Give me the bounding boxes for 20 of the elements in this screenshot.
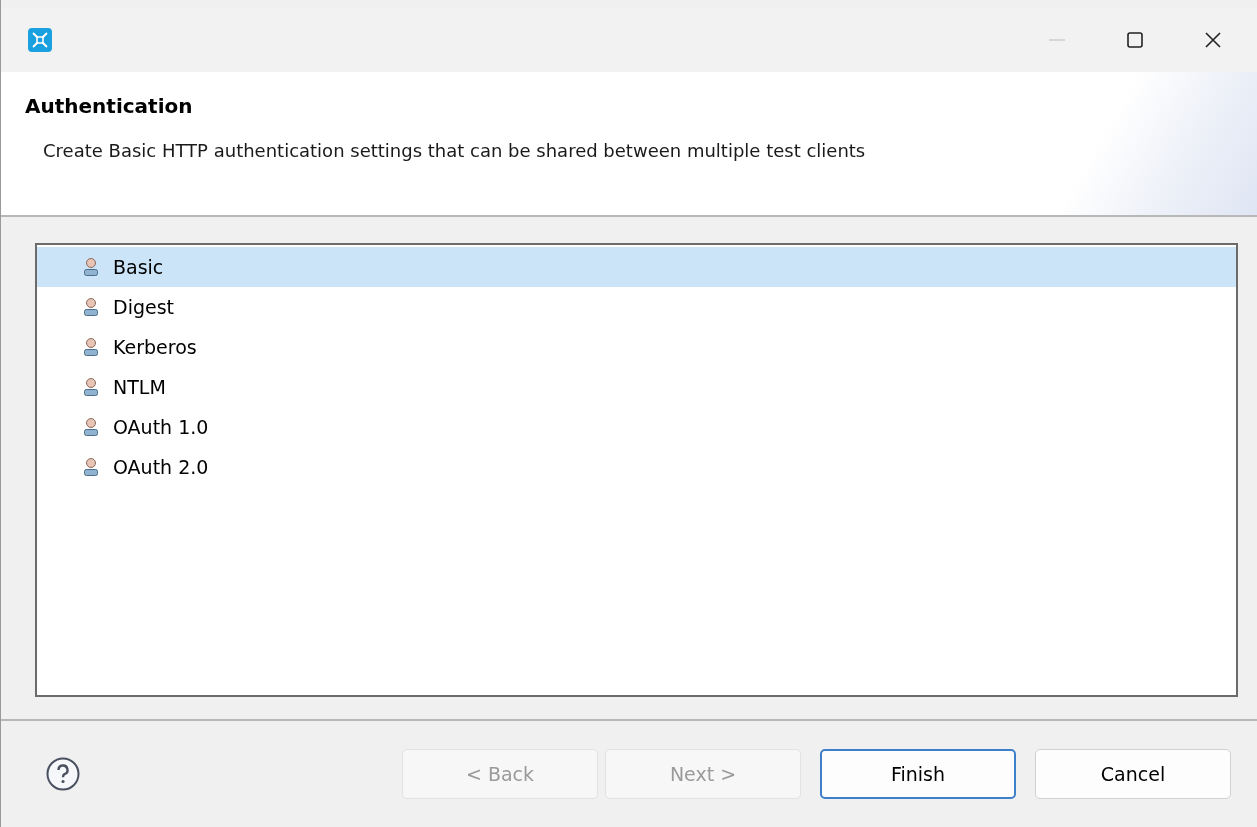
user-icon [83, 297, 99, 317]
list-item[interactable]: Basic [37, 247, 1236, 287]
help-icon[interactable] [46, 757, 80, 791]
maximize-icon[interactable] [1125, 30, 1145, 50]
list-item[interactable]: Kerberos [37, 327, 1236, 367]
user-icon [83, 457, 99, 477]
dialog-button[interactable]: Finish [820, 749, 1016, 799]
list-item[interactable]: NTLM [37, 367, 1236, 407]
list-item[interactable]: Digest [37, 287, 1236, 327]
user-icon [83, 257, 99, 277]
dialog-button[interactable]: Cancel [1035, 749, 1231, 799]
page-title: Authentication [25, 94, 194, 118]
close-icon[interactable] [1203, 30, 1223, 50]
page-description: Create Basic HTTP authentication settings that can be shared between multiple test clients [43, 140, 867, 161]
user-icon [83, 337, 99, 357]
list-item[interactable]: OAuth 2.0 [37, 447, 1236, 487]
user-icon [83, 417, 99, 437]
app-icon [28, 28, 52, 52]
list-item[interactable]: OAuth 1.0 [37, 407, 1236, 447]
user-icon [83, 377, 99, 397]
